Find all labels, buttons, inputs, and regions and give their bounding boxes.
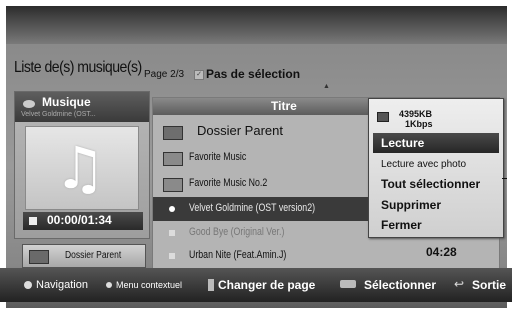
menu-item-lecture-photo[interactable]: Lecture avec photo: [373, 154, 499, 174]
list-item-label: Velvet Goldmine (OST version2): [189, 202, 316, 214]
scroll-up-icon[interactable]: ▲: [323, 83, 330, 90]
menu-icon: [106, 282, 112, 288]
top-band: [6, 6, 507, 44]
context-menu: 4395KB 1Kbps Lecture Lecture avec photo …: [368, 98, 504, 238]
callout-line: [502, 178, 507, 179]
list-item-label: Favorite Music: [189, 151, 247, 163]
menu-item-delete[interactable]: Supprimer: [373, 195, 499, 215]
menu-item-label: Supprimer: [381, 198, 442, 212]
parent-folder-label: Dossier Parent: [65, 250, 122, 261]
music-note-icon: [23, 100, 35, 108]
file-icon: [377, 112, 389, 122]
bitrate-value: 1Kbps: [405, 119, 433, 129]
exit-icon: ↩: [454, 277, 465, 291]
track-icon: [169, 253, 175, 259]
menu-item-close[interactable]: Fermer: [373, 215, 499, 235]
footer-select[interactable]: Sélectionner: [364, 278, 436, 292]
parent-folder-button[interactable]: Dossier Parent: [22, 244, 146, 268]
list-item-label: Good Bye (Original Ver.): [189, 226, 285, 238]
menu-item-lecture[interactable]: Lecture: [373, 133, 499, 153]
footer-bar: Navigation Menu contextuel Changer de pa…: [0, 268, 512, 302]
preview-label: Musique: [42, 95, 91, 109]
preview-panel: Musique Velvet Goldmine (OST... ♫ 00:00/…: [14, 91, 150, 239]
folder-icon: [163, 178, 183, 192]
file-size-value: 4395KB: [399, 109, 433, 119]
footer-context-menu[interactable]: Menu contextuel: [116, 280, 182, 290]
column-title: Titre: [271, 99, 297, 113]
stop-icon[interactable]: [29, 217, 37, 225]
file-info: [373, 103, 499, 127]
preview-header: Musique Velvet Goldmine (OST...: [15, 92, 149, 122]
menu-item-label: Lecture avec photo: [381, 159, 467, 170]
page-title: Liste de(s) musique(s): [14, 59, 142, 76]
checkbox-icon: ✓: [194, 70, 204, 80]
file-size: 4395KB 1Kbps: [399, 109, 433, 129]
list-item-label: Urban Nite (Feat.Amin.J): [189, 249, 287, 261]
menu-item-label: Fermer: [381, 218, 422, 232]
track-icon: [169, 230, 175, 236]
selection-status: Pas de sélection: [206, 67, 301, 81]
menu-item-label: Tout sélectionner: [381, 177, 481, 191]
page-icon: [208, 279, 214, 291]
album-art: ♫: [25, 126, 139, 210]
select-icon: [340, 280, 356, 288]
playback-time: 00:00/01:34: [47, 213, 112, 227]
footer-navigation[interactable]: Navigation: [36, 279, 88, 291]
list-item-label: Favorite Music No.2: [189, 177, 268, 189]
playing-icon: [169, 206, 175, 212]
navigation-icon: [24, 281, 32, 289]
footer-change-page[interactable]: Changer de page: [218, 278, 315, 292]
page-indicator: Page 2/3: [144, 69, 185, 80]
menu-item-label: Lecture: [381, 136, 425, 150]
menu-item-select-all[interactable]: Tout sélectionner: [373, 174, 499, 194]
preview-track-name: Velvet Goldmine (OST...: [21, 111, 96, 118]
track-duration: 04:28: [426, 245, 457, 259]
tv-screen: Liste de(s) musique(s) Page 2/3 ✓ Pas de…: [6, 6, 507, 308]
music-note-large-icon: ♫: [54, 134, 106, 202]
folder-icon: [29, 250, 49, 264]
list-item-label: Dossier Parent: [197, 123, 283, 138]
footer-exit[interactable]: Sortie: [472, 278, 506, 292]
parent-folder-icon: [163, 126, 183, 140]
folder-icon: [163, 152, 183, 166]
